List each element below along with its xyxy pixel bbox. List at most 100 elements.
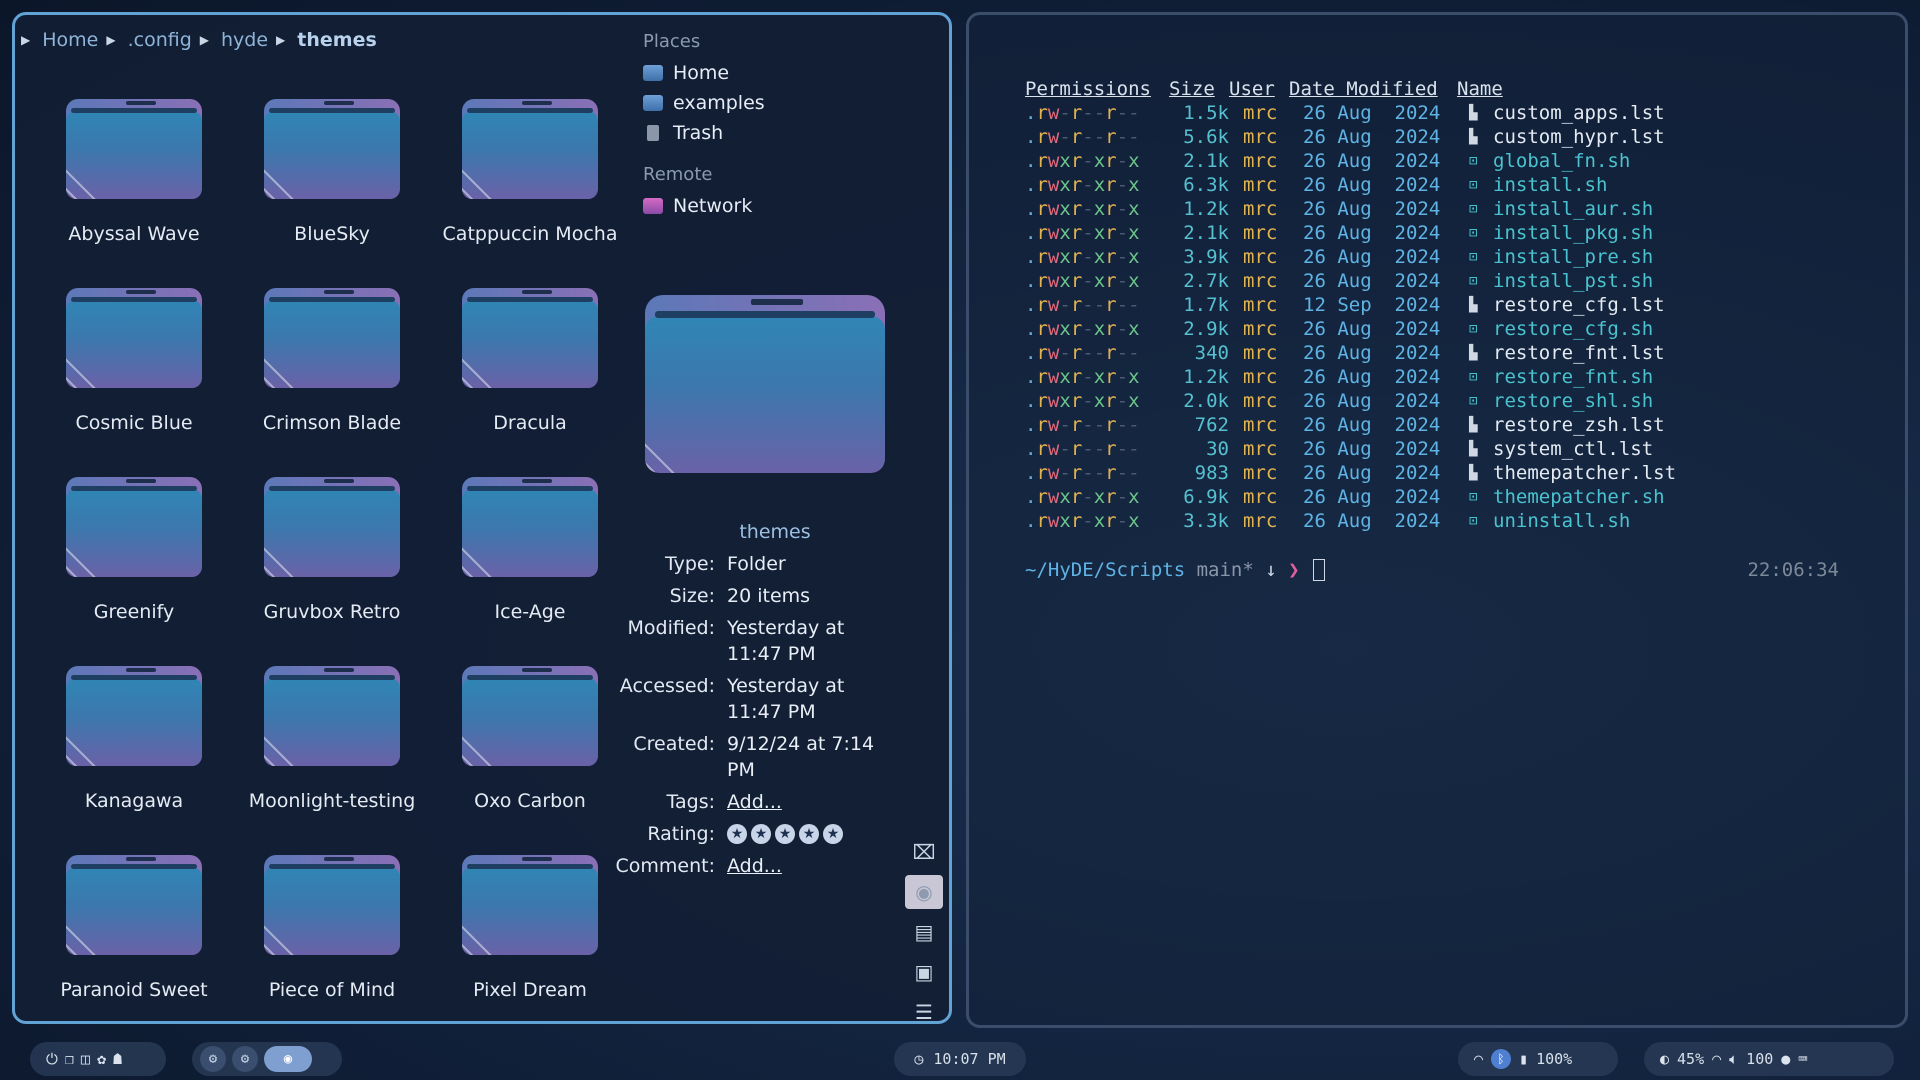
folder-label: Moonlight-testing <box>248 790 416 812</box>
folder-item[interactable]: Dracula <box>431 288 629 468</box>
eye-icon[interactable]: ◉ <box>905 875 943 909</box>
folder-home-icon <box>643 65 663 81</box>
folder-item[interactable]: Cosmic Blue <box>35 288 233 468</box>
folder-item[interactable]: Paranoid Sweet <box>35 855 233 1021</box>
file-size: 2.1k <box>1183 222 1229 244</box>
file-name[interactable]: restore_fnt.sh <box>1493 365 1653 389</box>
clock-widget[interactable]: ◷ 10:07 PM <box>894 1042 1026 1076</box>
add-tags-link[interactable]: Add... <box>727 791 782 813</box>
breadcrumb-home[interactable]: Home <box>42 29 98 51</box>
file-name[interactable]: install_pst.sh <box>1493 269 1653 293</box>
bluetooth-icon[interactable]: ᛒ <box>1491 1049 1512 1069</box>
star-icon[interactable]: ★ <box>751 824 771 844</box>
folder-tree-icon[interactable]: ▤ <box>905 915 943 949</box>
file-size: 2.7k <box>1183 270 1229 292</box>
pin-icon[interactable]: ⌧ <box>905 835 943 869</box>
file-user: mrc <box>1243 198 1278 220</box>
file-user: mrc <box>1243 102 1278 124</box>
script-file-icon: ⊡ <box>1469 273 1478 289</box>
ls-row: .rwxr-xr-x 3.9k mrc 26 Aug 2024 ⊡ install_pre… <box>1025 245 1676 269</box>
window-icon[interactable]: ◫ <box>81 1050 90 1068</box>
breadcrumb-config[interactable]: .config <box>128 29 192 51</box>
file-name[interactable]: install_pkg.sh <box>1493 221 1653 245</box>
folder-item[interactable]: Catppuccin Mocha <box>431 99 629 279</box>
clipboard-icon[interactable]: ❐ <box>65 1050 74 1068</box>
file-name[interactable]: restore_cfg.lst <box>1493 293 1665 317</box>
info-size-label: Size: <box>669 585 715 607</box>
folder-label: Oxo Carbon <box>474 790 586 812</box>
file-name[interactable]: themepatcher.lst <box>1493 461 1676 485</box>
layout-icon[interactable]: ▣ <box>905 955 943 989</box>
folder-item[interactable]: Crimson Blade <box>233 288 431 468</box>
file-name[interactable]: install_aur.sh <box>1493 197 1653 221</box>
place-network[interactable]: Network <box>643 191 903 221</box>
file-size: 3.3k <box>1183 510 1229 532</box>
microphone-icon[interactable]: ● <box>1781 1050 1790 1068</box>
folder-item[interactable]: Gruvbox Retro <box>233 477 431 657</box>
place-trash[interactable]: Trash <box>643 118 903 148</box>
file-name[interactable]: restore_shl.sh <box>1493 389 1653 413</box>
file-user: mrc <box>1243 390 1278 412</box>
wifi-icon[interactable]: ◠ <box>1712 1050 1721 1068</box>
wifi-icon[interactable]: ◠ <box>1474 1050 1483 1068</box>
folder-item[interactable]: Abyssal Wave <box>35 99 233 279</box>
folder-item[interactable]: Moonlight-testing <box>233 666 431 846</box>
folder-item[interactable]: BlueSky <box>233 99 431 279</box>
ls-row: .rwxr-xr-x 2.1k mrc 26 Aug 2024 ⊡ install_pkg… <box>1025 221 1676 245</box>
file-name[interactable]: restore_cfg.sh <box>1493 317 1653 341</box>
file-permissions: .rw-r--r-- <box>1025 102 1140 124</box>
folder-item[interactable]: Oxo Carbon <box>431 666 629 846</box>
folder-label: Catppuccin Mocha <box>442 223 618 245</box>
brightness-icon[interactable]: ◐ <box>1660 1050 1669 1068</box>
star-icon[interactable]: ★ <box>799 824 819 844</box>
info-accessed-label: Accessed: <box>619 675 715 697</box>
ghost-icon[interactable]: ☗ <box>113 1050 122 1068</box>
folder-item[interactable]: Greenify <box>35 477 233 657</box>
info-rating-label: Rating: <box>647 823 715 845</box>
ls-row: .rwxr-xr-x 6.3k mrc 26 Aug 2024 ⊡ install.sh <box>1025 173 1676 197</box>
palette-icon[interactable]: ✿ <box>97 1050 106 1068</box>
volume-icon[interactable]: 🔈︎ <box>1729 1050 1738 1068</box>
rating-stars[interactable]: ★ ★ ★ ★ ★ <box>727 824 877 847</box>
file-name[interactable]: restore_zsh.lst <box>1493 413 1665 437</box>
place-home[interactable]: Home <box>643 58 903 88</box>
file-name[interactable]: install_pre.sh <box>1493 245 1653 269</box>
file-name[interactable]: custom_hypr.lst <box>1493 125 1665 149</box>
star-icon[interactable]: ★ <box>823 824 843 844</box>
power-icon[interactable]: ⏻ <box>46 1050 58 1068</box>
script-file-icon: ⊡ <box>1469 513 1478 529</box>
folder-item[interactable]: Piece of Mind <box>233 855 431 1021</box>
keyboard-icon[interactable]: ⌨ <box>1798 1050 1807 1068</box>
workspace-active-icon[interactable]: ◉ <box>264 1046 312 1072</box>
workspace-1-icon[interactable]: ⚙ <box>200 1046 226 1072</box>
file-size: 1.2k <box>1183 366 1229 388</box>
ls-row: .rw-r--r-- 30 mrc 26 Aug 2024 ▙ system_ctl.ls… <box>1025 437 1676 461</box>
place-label: Trash <box>673 122 724 144</box>
breadcrumb-themes[interactable]: themes <box>297 29 377 51</box>
menu-icon[interactable]: ☰ <box>905 995 943 1021</box>
star-icon[interactable]: ★ <box>727 824 747 844</box>
file-date: 26 Aug 2024 <box>1303 246 1441 268</box>
file-size: 1.2k <box>1183 198 1229 220</box>
folder-item[interactable]: Kanagawa <box>35 666 233 846</box>
shell-prompt[interactable]: ~/HyDE/Scripts main* ↓ ❯ <box>1025 559 1326 581</box>
folder-item[interactable]: Ice-Age <box>431 477 629 657</box>
script-file-icon: ⊡ <box>1469 321 1478 337</box>
breadcrumb-hyde[interactable]: hyde <box>221 29 268 51</box>
place-examples[interactable]: examples <box>643 88 903 118</box>
file-name[interactable]: install.sh <box>1493 173 1607 197</box>
folder-item[interactable]: Pixel Dream <box>431 855 629 1021</box>
file-name[interactable]: uninstall.sh <box>1493 509 1630 533</box>
file-name[interactable]: custom_apps.lst <box>1493 101 1665 125</box>
file-name[interactable]: themepatcher.sh <box>1493 485 1665 509</box>
workspace-2-icon[interactable]: ⚙ <box>232 1046 258 1072</box>
star-icon[interactable]: ★ <box>775 824 795 844</box>
terminal-window[interactable]: Permissions Size User Date Modified Name… <box>966 12 1908 1028</box>
file-name[interactable]: system_ctl.lst <box>1493 437 1653 461</box>
file-name[interactable]: global_fn.sh <box>1493 149 1630 173</box>
script-file-icon: ⊡ <box>1469 225 1478 241</box>
ls-row: .rw-r--r-- 5.6k mrc 26 Aug 2024 ▙ custom_hypr… <box>1025 125 1676 149</box>
add-comment-link[interactable]: Add... <box>727 855 782 877</box>
file-name[interactable]: restore_fnt.lst <box>1493 341 1665 365</box>
info-panel: themes Type: Folder Size: 20 items Modif… <box>615 521 935 885</box>
